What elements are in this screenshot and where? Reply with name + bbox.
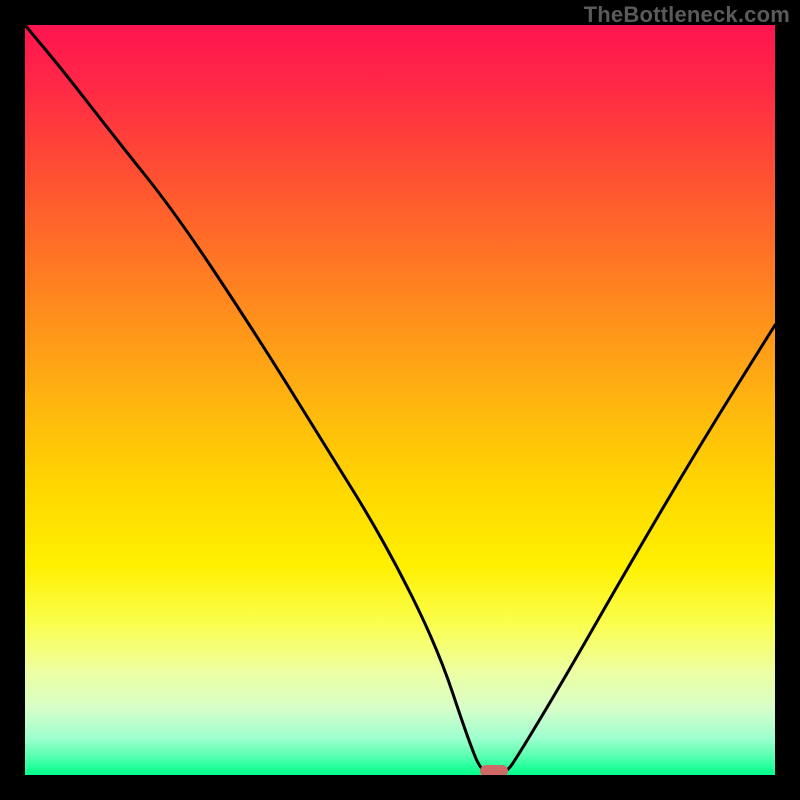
chart-frame: TheBottleneck.com [0, 0, 800, 800]
bottleneck-curve [25, 25, 775, 775]
optimal-marker [480, 765, 508, 775]
plot-area [25, 25, 775, 775]
